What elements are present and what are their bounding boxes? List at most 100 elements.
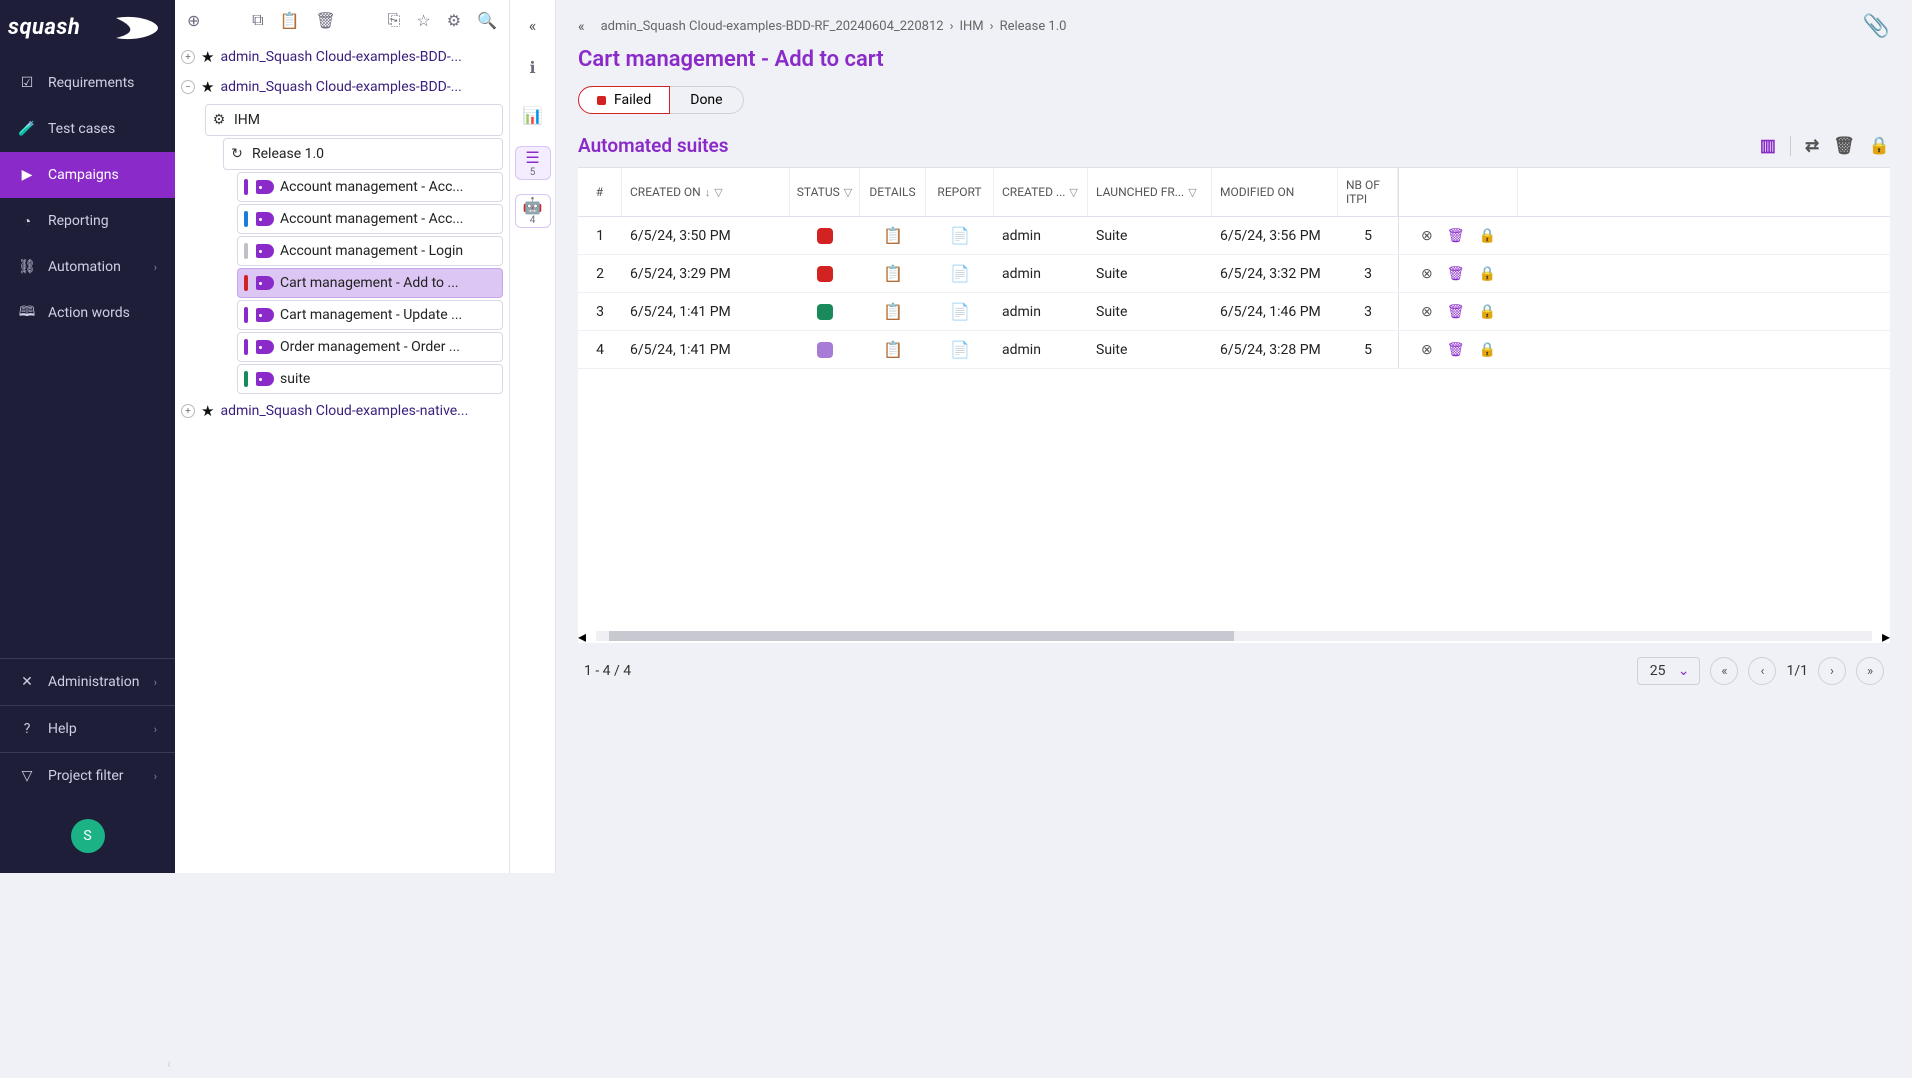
trash-icon[interactable]: 🗑 [1447,304,1465,320]
cell-details[interactable]: 📋 [860,255,926,292]
scroll-track[interactable] [596,631,1872,641]
admin-icon: ✕ [18,673,36,691]
filter-icon[interactable]: ▽ [1069,186,1077,199]
columns-icon[interactable]: ▥ [1760,136,1776,156]
cell-report[interactable]: 📄 [926,293,994,330]
stop-icon[interactable]: ⊗ [1421,266,1433,282]
col-launched-from[interactable]: LAUNCHED FR...▽ [1088,168,1212,216]
export-icon[interactable]: ⎘ [388,10,401,30]
table-row[interactable]: 2 6/5/24, 3:29 PM 📋 📄 admin Suite 6/5/24… [578,255,1890,293]
settings-icon[interactable]: ⚙ [447,11,461,30]
lock-icon[interactable]: 🔒 [1479,228,1496,244]
tree-suite-item[interactable]: Account management - Login [237,236,503,266]
col-nb-itpi[interactable]: NB OF ITPI [1338,168,1398,216]
col-modified-on[interactable]: MODIFIED ON [1212,168,1338,216]
tab-automation[interactable]: 🤖4 [515,194,551,228]
nav-campaigns[interactable]: ▶Campaigns [0,152,175,198]
collapse-icon[interactable]: − [181,80,195,94]
delete-icon[interactable]: 🗑 [1833,136,1855,156]
trash-icon[interactable]: 🗑 [1447,266,1465,282]
table-row[interactable]: 3 6/5/24, 1:41 PM 📋 📄 admin Suite 6/5/24… [578,293,1890,331]
grid-header: # CREATED ON↓▽ STATUS▽ DETAILS REPORT CR… [578,168,1890,217]
lock-icon[interactable]: 🔒 [1869,136,1890,156]
tree-label: admin_Squash Cloud-examples-BDD-... [220,49,461,65]
back-icon[interactable]: « [578,19,585,35]
tree-suite-item[interactable]: Cart management - Update ... [237,300,503,330]
tree-suite-item[interactable]: Cart management - Add to ... [237,268,503,298]
tab-stats[interactable]: 📊 [515,98,551,132]
cell-details[interactable]: 📋 [860,293,926,330]
collapse-panel-icon[interactable]: « [522,14,544,36]
tree-suite-item[interactable]: Order management - Order ... [237,332,503,362]
tree-project[interactable]: + ★ admin_Squash Cloud-examples-BDD-... [175,42,509,72]
stop-icon[interactable]: ⊗ [1421,342,1433,358]
nav-reporting[interactable]: ◔Reporting [0,198,175,244]
cell-report[interactable]: 📄 [926,331,994,368]
paste-icon[interactable]: 📋 [280,11,300,30]
col-created-by[interactable]: CREATED ...▽ [994,168,1088,216]
crumb-project[interactable]: admin_Squash Cloud-examples-BDD-RF_20240… [601,19,944,34]
crumb-folder[interactable]: IHM [960,19,984,34]
next-page-button[interactable]: › [1818,657,1846,685]
filter-icon[interactable]: ▽ [1188,186,1196,199]
collapse-sidebar[interactable]: ‹ [6,1050,181,1078]
tree-suite-item[interactable]: Account management - Acc... [237,172,503,202]
table-row[interactable]: 1 6/5/24, 3:50 PM 📋 📄 admin Suite 6/5/24… [578,217,1890,255]
expand-icon[interactable]: + [181,404,195,418]
col-status[interactable]: STATUS▽ [790,168,860,216]
filter-icon[interactable]: ▽ [714,186,722,199]
scroll-thumb[interactable] [609,631,1234,641]
table-row[interactable]: 4 6/5/24, 1:41 PM 📋 📄 admin Suite 6/5/24… [578,331,1890,369]
col-num[interactable]: # [578,168,622,216]
last-page-button[interactable]: » [1856,657,1884,685]
col-report[interactable]: REPORT [926,168,994,216]
expand-icon[interactable]: + [181,50,195,64]
tab-info[interactable]: ℹ [515,50,551,84]
lock-icon[interactable]: 🔒 [1479,342,1496,358]
copy-icon[interactable]: ⧉ [252,10,263,30]
trash-icon[interactable]: 🗑 [1447,342,1465,358]
status-done-button[interactable]: Done [670,86,743,114]
cell-details[interactable]: 📋 [860,331,926,368]
trash-icon[interactable]: 🗑 [1447,228,1465,244]
favorite-icon[interactable]: ☆ [416,11,430,30]
cell-report[interactable]: 📄 [926,255,994,292]
clipboard-icon: 📋 [883,226,903,245]
tab-filters[interactable]: ☰5 [515,146,551,180]
nav-test-cases[interactable]: 🧪Test cases [0,106,175,152]
prev-page-button[interactable]: ‹ [1748,657,1776,685]
nav-administration[interactable]: ✕Administration› [0,658,175,705]
lock-icon[interactable]: 🔒 [1479,304,1496,320]
add-icon[interactable]: ⊕ [187,11,200,30]
tree-folder[interactable]: − ⚙ IHM [205,104,503,136]
cell-details[interactable]: 📋 [860,217,926,254]
filter-icon[interactable]: ▽ [844,186,852,199]
status-bar [244,243,248,259]
stop-icon[interactable]: ⊗ [1421,304,1433,320]
nav-project-filter[interactable]: ▽Project filter› [0,752,175,799]
tree-project[interactable]: + ★ admin_Squash Cloud-examples-native..… [175,396,509,426]
nav-automation[interactable]: ⛓Automation› [0,244,175,290]
tree-suite-item[interactable]: suite [237,364,503,394]
col-created-on[interactable]: CREATED ON↓▽ [622,168,790,216]
search-icon[interactable]: 🔍 [477,11,497,30]
avatar[interactable]: S [71,819,105,853]
status-failed-button[interactable]: Failed [578,86,670,114]
tree-suite-item[interactable]: Account management - Acc... [237,204,503,234]
nav-requirements[interactable]: ☑Requirements [0,60,175,106]
crumb-release[interactable]: Release 1.0 [1000,19,1067,34]
col-details[interactable]: DETAILS [860,168,926,216]
tree-project[interactable]: − ★ admin_Squash Cloud-examples-BDD-... [175,72,509,102]
delete-icon[interactable]: 🗑 [316,11,336,30]
stop-icon[interactable]: ⊗ [1421,228,1433,244]
hscrollbar[interactable]: ◂ ▸ [578,629,1890,643]
attachment-icon[interactable]: 📎 [1863,14,1890,39]
page-size-select[interactable]: 25 [1637,657,1701,685]
tree-release[interactable]: − ↻ Release 1.0 [223,138,503,170]
nav-help[interactable]: ?Help› [0,705,175,752]
first-page-button[interactable]: « [1710,657,1738,685]
cell-report[interactable]: 📄 [926,217,994,254]
nav-action-words[interactable]: 🕮Action words [0,290,175,336]
settings-icon[interactable]: ⇄ [1805,136,1819,156]
lock-icon[interactable]: 🔒 [1479,266,1496,282]
